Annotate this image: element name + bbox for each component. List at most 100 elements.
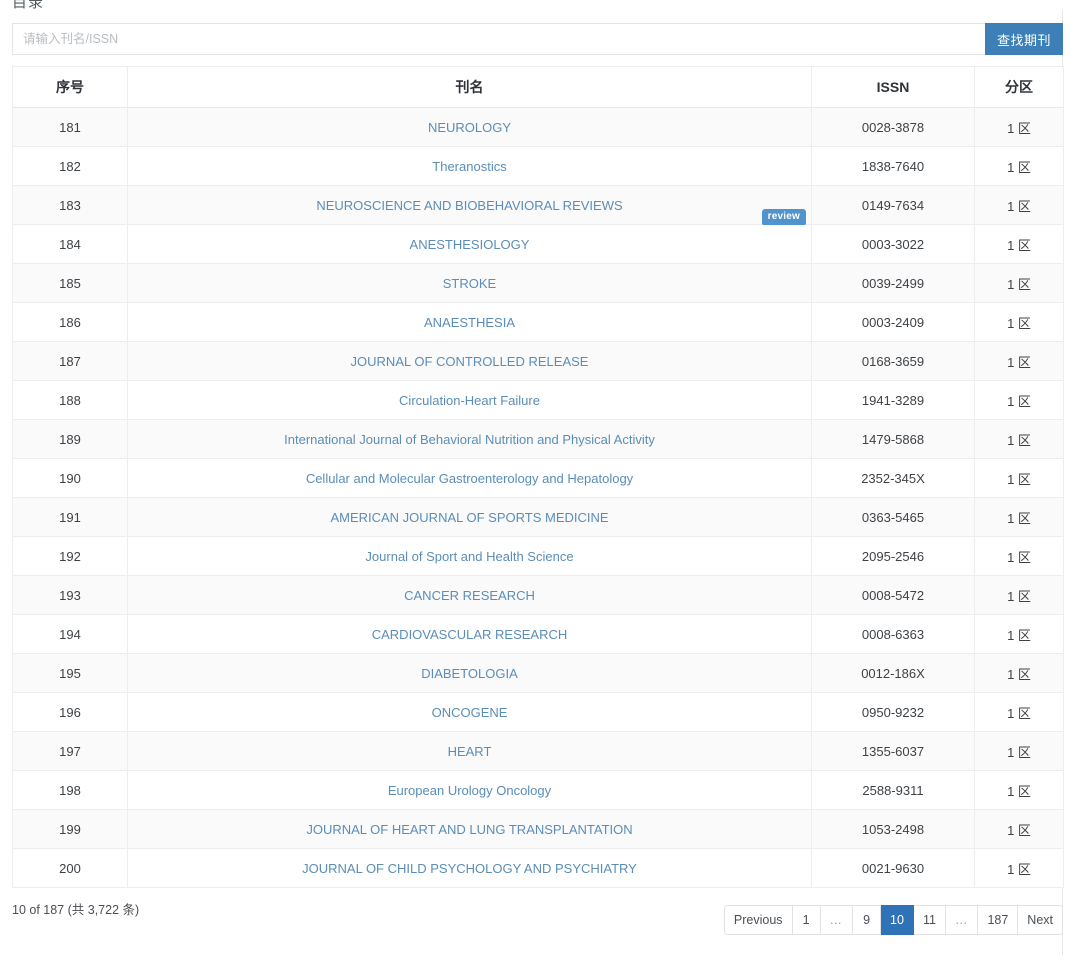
journal-link[interactable]: ONCOGENE — [432, 705, 508, 720]
journal-search-panel: 查找期刊 序号 刊名 ISSN 分区 181 NEUROLOGY 0028-3878… — [0, 10, 1063, 964]
column-header-index: 序号 — [13, 67, 128, 108]
pagination-next[interactable]: Next — [1018, 905, 1063, 935]
column-header-issn: ISSN — [812, 67, 975, 108]
cell-journal-name: CANCER RESEARCH — [128, 576, 812, 615]
cell-issn: 0021-9630 — [812, 849, 975, 888]
journal-link[interactable]: Circulation-Heart Failure — [399, 393, 540, 408]
cell-issn: 0028-3878 — [812, 108, 975, 147]
cell-issn: 0008-5472 — [812, 576, 975, 615]
cell-index: 189 — [13, 420, 128, 459]
table-row: 187JOURNAL OF CONTROLLED RELEASE0168-365… — [13, 342, 1064, 381]
cell-index: 186 — [13, 303, 128, 342]
journal-link[interactable]: JOURNAL OF HEART AND LUNG TRANSPLANTATIO… — [306, 822, 632, 837]
cell-journal-name: Theranostics — [128, 147, 812, 186]
journal-link[interactable]: AMERICAN JOURNAL OF SPORTS MEDICINE — [330, 510, 608, 525]
cell-index: 197 — [13, 732, 128, 771]
journal-link[interactable]: ANESTHESIOLOGY — [410, 237, 530, 252]
cell-index: 191 — [13, 498, 128, 537]
cell-zone: 1 区 — [975, 693, 1064, 732]
cell-zone: 1 区 — [975, 225, 1064, 264]
pagination-ellipsis: … — [946, 905, 979, 935]
cell-issn: 0003-2409 — [812, 303, 975, 342]
pagination-page-10[interactable]: 10 — [881, 905, 914, 935]
journal-link[interactable]: HEART — [448, 744, 492, 759]
table-row: 193CANCER RESEARCH0008-54721 区 — [13, 576, 1064, 615]
cell-journal-name: JOURNAL OF CONTROLLED RELEASE — [128, 342, 812, 381]
cell-issn: 0363-5465 — [812, 498, 975, 537]
search-input[interactable] — [12, 23, 985, 55]
cell-index: 185 — [13, 264, 128, 303]
cell-journal-name: STROKE — [128, 264, 812, 303]
cell-index: 193 — [13, 576, 128, 615]
table-row: 198European Urology Oncology2588-93111 区 — [13, 771, 1064, 810]
table-body: 181NEUROLOGY0028-38781 区182Theranostics1… — [13, 108, 1064, 888]
table-footer: 10 of 187 (共 3,722 条) Previous1…91011…18… — [12, 897, 1063, 943]
table-row: 195DIABETOLOGIA0012-186X1 区 — [13, 654, 1064, 693]
cell-issn: 1479-5868 — [812, 420, 975, 459]
cell-issn: 1053-2498 — [812, 810, 975, 849]
cell-issn: 2588-9311 — [812, 771, 975, 810]
cell-index: 182 — [13, 147, 128, 186]
table-row: 182Theranostics1838-76401 区 — [13, 147, 1064, 186]
cell-index: 184 — [13, 225, 128, 264]
pagination-page-11[interactable]: 11 — [914, 905, 946, 935]
pagination-page-187[interactable]: 187 — [978, 905, 1018, 935]
cell-index: 190 — [13, 459, 128, 498]
cell-index: 196 — [13, 693, 128, 732]
journal-link[interactable]: Theranostics — [432, 159, 506, 174]
pagination-page-1[interactable]: 1 — [793, 905, 821, 935]
table-row: 188Circulation-Heart Failure1941-32891 区 — [13, 381, 1064, 420]
search-journal-button[interactable]: 查找期刊 — [985, 23, 1063, 55]
journal-link[interactable]: ANAESTHESIA — [424, 315, 515, 330]
table-row: 186 ANAESTHESIA 0003-24091 区 — [13, 303, 1064, 342]
journal-table-container: 序号 刊名 ISSN 分区 181NEUROLOGY0028-38781 区18… — [12, 66, 1063, 888]
table-row: 200JOURNAL OF CHILD PSYCHOLOGY AND PSYCH… — [13, 849, 1064, 888]
cell-journal-name: European Urology Oncology — [128, 771, 812, 810]
table-header-row: 序号 刊名 ISSN 分区 — [13, 67, 1064, 108]
table-row: 183 NEUROSCIENCE AND BIOBEHAVIORAL REVIEW… — [13, 186, 1064, 225]
cell-issn: 0168-3659 — [812, 342, 975, 381]
cell-journal-name: DIABETOLOGIA — [128, 654, 812, 693]
cell-journal-name: International Journal of Behavioral Nutr… — [128, 420, 812, 459]
cell-journal-name: Circulation-Heart Failure — [128, 381, 812, 420]
cell-issn: 0012-186X — [812, 654, 975, 693]
column-header-name: 刊名 — [128, 67, 812, 108]
table-row: 189 International Journal of Behavioral N… — [13, 420, 1064, 459]
cell-journal-name: JOURNAL OF CHILD PSYCHOLOGY AND PSYCHIAT… — [128, 849, 812, 888]
cell-zone: 1 区 — [975, 342, 1064, 381]
table-head: 序号 刊名 ISSN 分区 — [13, 67, 1064, 108]
cell-issn: 0003-3022 — [812, 225, 975, 264]
journal-link[interactable]: NEUROLOGY — [428, 120, 511, 135]
cell-index: 183 — [13, 186, 128, 225]
cell-issn: 0149-7634 — [812, 186, 975, 225]
pagination-page-9[interactable]: 9 — [853, 905, 881, 935]
pagination-prev[interactable]: Previous — [724, 905, 793, 935]
cell-index: 192 — [13, 537, 128, 576]
table-row: 184 ANESTHESIOLOGY 0003-30221 区 — [13, 225, 1064, 264]
table-row: 191 AMERICAN JOURNAL OF SPORTS MEDICINE 03… — [13, 498, 1064, 537]
cell-zone: 1 区 — [975, 186, 1064, 225]
journal-link[interactable]: Journal of Sport and Health Science — [365, 549, 573, 564]
cell-index: 181 — [13, 108, 128, 147]
table-row: 181NEUROLOGY0028-38781 区 — [13, 108, 1064, 147]
table-row: 192Journal of Sport and Health Science20… — [13, 537, 1064, 576]
journal-link[interactable]: JOURNAL OF CONTROLLED RELEASE — [351, 354, 589, 369]
cell-issn: 1941-3289 — [812, 381, 975, 420]
cell-zone: 1 区 — [975, 303, 1064, 342]
cell-index: 199 — [13, 810, 128, 849]
table-row: 196ONCOGENE0950-92321 区 — [13, 693, 1064, 732]
journal-link[interactable]: International Journal of Behavioral Nutr… — [284, 432, 655, 447]
cell-issn: 0008-6363 — [812, 615, 975, 654]
table-row: 185STROKE0039-24991 区 — [13, 264, 1064, 303]
journal-link[interactable]: DIABETOLOGIA — [421, 666, 518, 681]
journal-link[interactable]: Cellular and Molecular Gastroenterology … — [306, 471, 633, 486]
journal-link[interactable]: CANCER RESEARCH — [404, 588, 535, 603]
journal-link[interactable]: CARDIOVASCULAR RESEARCH — [372, 627, 568, 642]
cell-issn: 1355-6037 — [812, 732, 975, 771]
journal-link[interactable]: JOURNAL OF CHILD PSYCHOLOGY AND PSYCHIAT… — [302, 861, 637, 876]
journal-link[interactable]: NEUROSCIENCE AND BIOBEHAVIORAL REVIEWS — [316, 198, 622, 213]
table-row: 197HEART1355-60371 区 — [13, 732, 1064, 771]
journal-link[interactable]: European Urology Oncology — [388, 783, 551, 798]
journal-link[interactable]: STROKE — [443, 276, 496, 291]
cell-issn: 1838-7640 — [812, 147, 975, 186]
